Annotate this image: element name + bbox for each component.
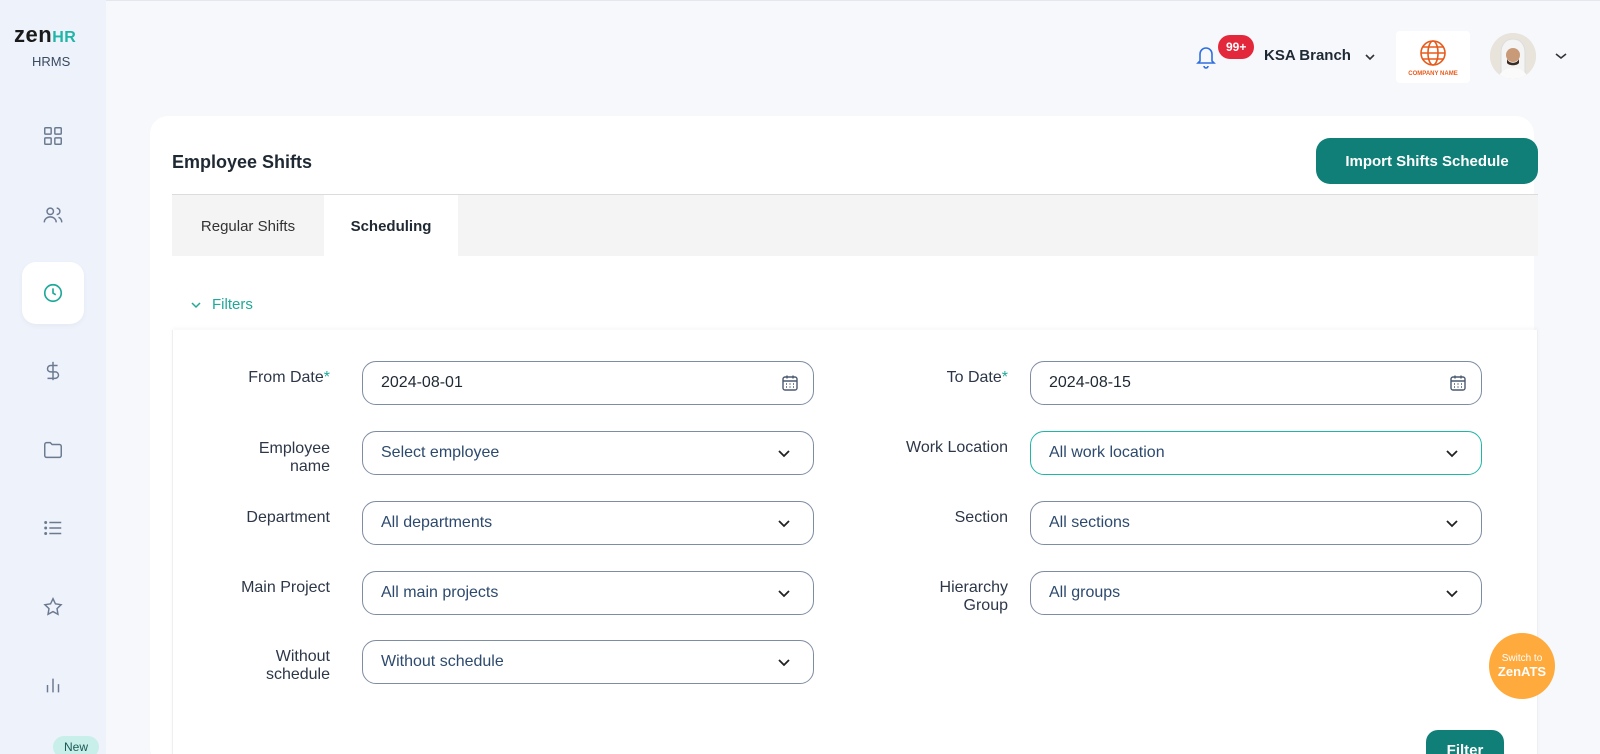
- chevron-down-icon: [1446, 450, 1458, 458]
- sidebar-item-time[interactable]: [22, 262, 84, 324]
- chevron-down-icon: [191, 301, 201, 308]
- without-schedule-select[interactable]: Without schedule: [362, 640, 814, 684]
- employee-shifts-card: Employee Shifts Import Shifts Schedule R…: [150, 116, 1538, 754]
- sidebar-item-performance[interactable]: [22, 576, 84, 638]
- to-date-input[interactable]: 2024-08-15: [1030, 361, 1482, 405]
- chevron-down-icon: [1446, 590, 1458, 598]
- section-label: Section: [954, 509, 1008, 526]
- chevron-down-icon: [778, 450, 790, 458]
- filters-label: Filters: [212, 296, 253, 313]
- chevron-down-icon: [778, 590, 790, 598]
- tab-regular-shifts[interactable]: Regular Shifts: [172, 195, 324, 257]
- filter-button[interactable]: Filter: [1426, 730, 1504, 754]
- sidebar-item-lists[interactable]: [22, 497, 84, 559]
- employee-name-label: Employee name: [258, 440, 330, 475]
- tab-scheduling[interactable]: Scheduling: [324, 195, 458, 257]
- bar-chart-icon: [46, 678, 60, 693]
- hierarchy-group-label: Hierarchy Group: [939, 579, 1008, 614]
- to-date-label: To Date*: [946, 369, 1008, 386]
- branch-selector[interactable]: KSA Branch: [1264, 47, 1351, 64]
- new-badge: New: [53, 736, 99, 754]
- clock-icon: [43, 283, 63, 303]
- main-project-label: Main Project: [241, 579, 330, 596]
- from-date-label: From Date*: [248, 369, 330, 386]
- chevron-down-icon: [778, 520, 790, 528]
- tab-bar: Regular Shifts Scheduling: [172, 194, 1538, 257]
- calendar-icon[interactable]: [781, 374, 799, 392]
- globe-logo-icon: [1420, 40, 1446, 66]
- switch-to-zenats-button[interactable]: Switch to ZenATS: [1489, 633, 1555, 699]
- calendar-icon[interactable]: [1449, 374, 1467, 392]
- sidebar: zenHR HRMS New: [0, 0, 106, 754]
- chevron-down-icon: [778, 659, 790, 667]
- section-select[interactable]: All sections: [1030, 501, 1482, 545]
- sidebar-item-dashboard[interactable]: [22, 105, 84, 167]
- dollar-icon: [46, 361, 60, 381]
- zenhr-logo[interactable]: zenHR: [14, 22, 76, 48]
- list-icon: [44, 521, 62, 535]
- work-location-label: Work Location: [906, 439, 1008, 456]
- star-icon: [43, 597, 63, 616]
- bell-icon[interactable]: [1194, 43, 1218, 69]
- import-shifts-schedule-button[interactable]: Import Shifts Schedule: [1316, 138, 1538, 184]
- employee-name-select[interactable]: Select employee: [362, 431, 814, 475]
- hierarchy-group-select[interactable]: All groups: [1030, 571, 1482, 615]
- chevron-down-icon: [1446, 520, 1458, 528]
- company-logo: COMPANY NAME: [1396, 31, 1470, 83]
- company-name-text: COMPANY NAME: [1408, 71, 1458, 77]
- chevron-down-icon[interactable]: [1364, 52, 1376, 62]
- chevron-down-icon[interactable]: [1554, 51, 1568, 61]
- filters-toggle[interactable]: Filters: [190, 296, 253, 313]
- topbar: 99+ KSA Branch COMPANY NAME: [106, 0, 1600, 100]
- hrms-label: HRMS: [32, 54, 71, 69]
- grid-icon: [44, 127, 62, 145]
- page-title: Employee Shifts: [172, 152, 313, 172]
- folder-icon: [44, 441, 62, 459]
- sidebar-item-payroll[interactable]: [22, 340, 84, 402]
- sidebar-item-reports[interactable]: [22, 654, 84, 716]
- sidebar-item-employees[interactable]: [22, 184, 84, 246]
- users-icon: [43, 207, 63, 223]
- from-date-input[interactable]: 2024-08-01: [362, 361, 814, 405]
- department-label: Department: [246, 509, 330, 526]
- avatar-image: [1490, 33, 1536, 79]
- department-select[interactable]: All departments: [362, 501, 814, 545]
- work-location-select[interactable]: All work location: [1030, 431, 1482, 475]
- user-avatar[interactable]: [1490, 33, 1536, 79]
- switch-to-label: Switch to: [1501, 653, 1543, 664]
- main-project-select[interactable]: All main projects: [362, 571, 814, 615]
- notification-count-badge: 99+: [1218, 35, 1255, 59]
- sidebar-item-documents[interactable]: [22, 419, 84, 481]
- zenats-label: ZenATS: [1497, 664, 1547, 679]
- without-schedule-label: Without schedule: [265, 648, 330, 683]
